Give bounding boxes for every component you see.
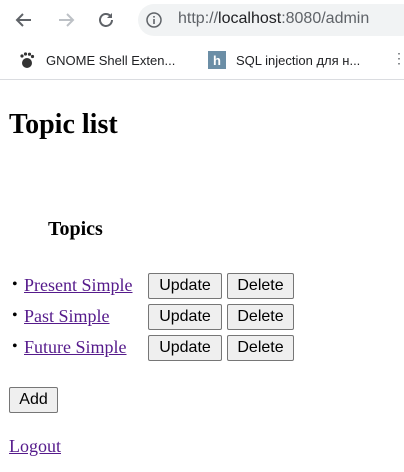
gnome-foot-icon bbox=[20, 52, 35, 68]
info-icon[interactable] bbox=[146, 12, 162, 28]
section-title: Topics bbox=[48, 218, 103, 240]
url-path: :8080/admin bbox=[281, 10, 370, 27]
bookmark-gnome-shell[interactable]: GNOME Shell Exten... bbox=[18, 50, 175, 70]
update-button[interactable]: Update bbox=[148, 335, 222, 361]
bookmarks-overflow-icon[interactable]: ⋮ bbox=[392, 50, 404, 67]
bookmarks-bar: GNOME Shell Exten... h SQL injection для… bbox=[0, 40, 404, 80]
page-title: Topic list bbox=[9, 109, 118, 140]
bullet-icon: • bbox=[12, 338, 18, 355]
delete-button[interactable]: Delete bbox=[227, 335, 294, 361]
back-arrow-icon bbox=[15, 13, 31, 27]
add-button[interactable]: Add bbox=[9, 387, 58, 413]
update-button[interactable]: Update bbox=[148, 273, 222, 299]
topic-link[interactable]: Future Simple bbox=[24, 337, 127, 358]
address-bar[interactable]: http://localhost:8080/admin bbox=[138, 4, 404, 36]
back-button[interactable] bbox=[12, 8, 36, 32]
update-button[interactable]: Update bbox=[148, 304, 222, 330]
reload-button[interactable] bbox=[94, 8, 118, 32]
list-item: • Past Simple bbox=[12, 303, 110, 329]
svg-text:h: h bbox=[213, 53, 221, 68]
bookmark-sql-injection[interactable]: h SQL injection для н... bbox=[208, 50, 360, 70]
bookmark-label: SQL injection для н... bbox=[236, 52, 361, 68]
delete-button[interactable]: Delete bbox=[227, 273, 294, 299]
reload-icon bbox=[99, 13, 113, 27]
topic-link[interactable]: Past Simple bbox=[24, 306, 110, 327]
bullet-icon: • bbox=[12, 276, 18, 293]
logout-link[interactable]: Logout bbox=[9, 436, 61, 457]
delete-button[interactable]: Delete bbox=[227, 304, 294, 330]
list-item: • Present Simple bbox=[12, 272, 133, 298]
bookmark-label: GNOME Shell Exten... bbox=[46, 52, 176, 68]
url-scheme: http:// bbox=[178, 10, 219, 27]
forward-button[interactable] bbox=[54, 8, 78, 32]
h-letter-icon: h bbox=[208, 51, 226, 69]
bullet-icon: • bbox=[12, 307, 18, 324]
forward-arrow-icon bbox=[59, 13, 75, 27]
list-item: • Future Simple bbox=[12, 334, 127, 360]
url-host: localhost bbox=[218, 10, 282, 27]
url-text: http://localhost:8080/admin bbox=[178, 10, 369, 28]
topic-link[interactable]: Present Simple bbox=[24, 275, 133, 296]
browser-toolbar: http://localhost:8080/admin bbox=[0, 0, 404, 40]
